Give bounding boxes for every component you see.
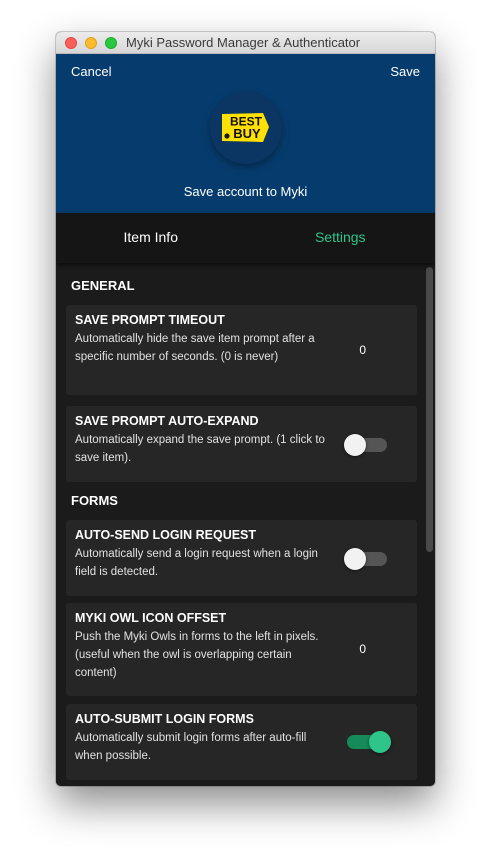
app-window: Myki Password Manager & Authenticator Ca… [56, 32, 435, 786]
auto-send-login-toggle[interactable] [344, 548, 387, 570]
settings-panel: GENERAL SAVE PROMPT TIMEOUT Automaticall… [56, 263, 435, 786]
window-title: Myki Password Manager & Authenticator [126, 35, 361, 50]
save-account-header: Cancel Save BEST BUY Save account to Myk… [56, 54, 435, 213]
title-bar: Myki Password Manager & Authenticator [56, 32, 435, 54]
section-title-forms: FORMS [71, 493, 118, 508]
setting-description: Automatically hide the save item prompt … [75, 333, 315, 363]
setting-save-prompt-auto-expand: SAVE PROMPT AUTO-EXPAND Automatically ex… [66, 406, 417, 482]
setting-title: AUTO-SEND LOGIN REQUEST [75, 528, 257, 542]
account-logo-avatar: BEST BUY [210, 92, 282, 164]
setting-title: SAVE PROMPT AUTO-EXPAND [75, 414, 259, 428]
close-window-button[interactable] [65, 37, 77, 49]
toggle-knob [344, 548, 366, 570]
setting-description: Automatically send a login request when … [75, 548, 318, 578]
owl-offset-value-input[interactable]: 0 [359, 642, 366, 656]
tab-item-info[interactable]: Item Info [56, 213, 246, 263]
maximize-window-button[interactable] [105, 37, 117, 49]
save-button[interactable]: Save [390, 64, 420, 79]
auto-expand-toggle[interactable] [344, 434, 387, 456]
setting-description: Push the Myki Owls in forms to the left … [75, 631, 319, 679]
setting-description: Automatically submit login forms after a… [75, 732, 307, 762]
setting-myki-owl-icon-offset: MYKI OWL ICON OFFSET Push the Myki Owls … [66, 603, 417, 696]
auto-submit-toggle[interactable] [347, 731, 391, 753]
setting-title: MYKI OWL ICON OFFSET [75, 611, 227, 625]
logo-text-buy: BUY [233, 126, 261, 141]
toggle-knob [344, 434, 366, 456]
setting-save-prompt-timeout: SAVE PROMPT TIMEOUT Automatically hide t… [66, 305, 417, 395]
tab-bar: Item Info Settings [56, 213, 435, 263]
tab-settings[interactable]: Settings [246, 213, 436, 263]
timeout-value-input[interactable]: 0 [359, 343, 366, 357]
setting-auto-send-login-request: AUTO-SEND LOGIN REQUEST Automatically se… [66, 520, 417, 596]
section-title-general: GENERAL [71, 278, 135, 293]
best-buy-logo-icon: BEST BUY [222, 113, 269, 142]
setting-auto-submit-login-forms: AUTO-SUBMIT LOGIN FORMS Automatically su… [66, 704, 417, 780]
cancel-button[interactable]: Cancel [71, 64, 111, 79]
minimize-window-button[interactable] [85, 37, 97, 49]
save-account-subtitle: Save account to Myki [183, 184, 308, 199]
settings-scrollbar[interactable] [426, 267, 433, 552]
toggle-knob [369, 731, 391, 753]
setting-title: SAVE PROMPT TIMEOUT [75, 313, 225, 327]
setting-description: Automatically expand the save prompt. (1… [75, 434, 325, 464]
setting-title: AUTO-SUBMIT LOGIN FORMS [75, 712, 254, 726]
